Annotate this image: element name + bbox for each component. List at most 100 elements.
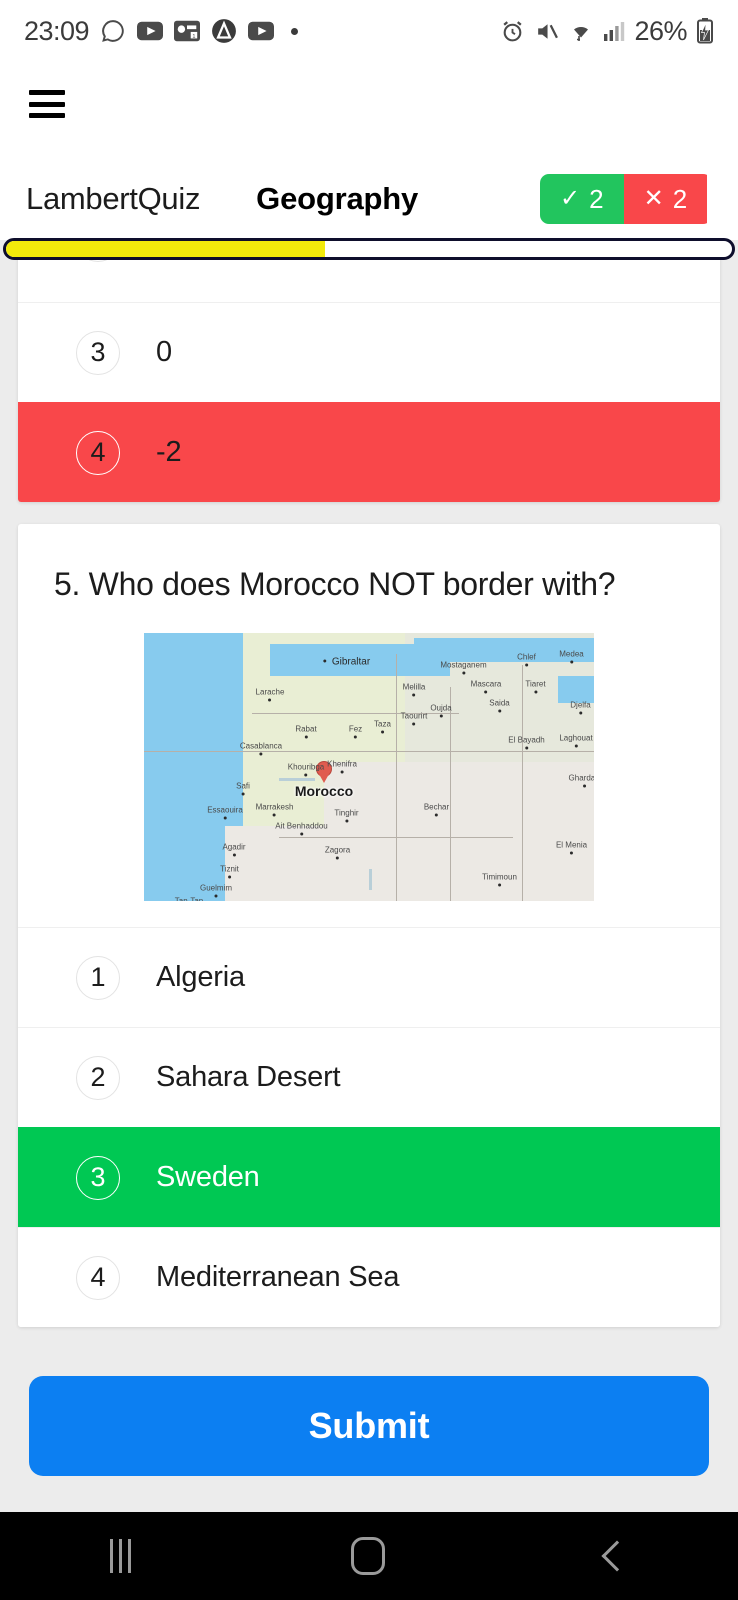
answer-option[interactable]: 3 0 — [18, 302, 720, 402]
app-bar — [0, 62, 738, 158]
check-icon: ✓ — [560, 185, 581, 212]
current-question-card: 5. Who does Morocco NOT border with? Mor… — [18, 524, 720, 1327]
status-bar: 23:09 1 26% — [0, 0, 738, 62]
map-city-label: Agadir — [222, 842, 246, 852]
map-border-line — [252, 713, 459, 715]
map-city-label: Larache — [255, 687, 285, 697]
wifi-icon — [568, 20, 594, 42]
map-city-label: Melilla — [402, 682, 426, 692]
option-label: Sweden — [156, 1161, 260, 1193]
signal-bars-icon — [603, 20, 625, 42]
map-city-label: Marrakesh — [255, 802, 294, 812]
map-city-label: Essaouira — [207, 805, 243, 815]
bottom-spacer — [0, 1480, 738, 1512]
map-sea-right — [558, 675, 594, 703]
android-nav-bar — [0, 1512, 738, 1600]
quiz-topic-title: Geography — [256, 181, 419, 216]
map-city-label: Mascara — [470, 679, 502, 689]
map-city-label: Tiaret — [525, 679, 546, 689]
hamburger-menu-icon[interactable] — [29, 90, 65, 118]
answer-option[interactable]: 1 Algeria — [18, 927, 720, 1027]
submit-area: Submit — [0, 1372, 738, 1480]
map-city-label: Timimoun — [482, 872, 517, 882]
map-city-label: Bechar — [423, 802, 450, 812]
submit-button[interactable]: Submit — [29, 1376, 709, 1476]
map-city-label: Safi — [236, 781, 250, 791]
status-bar-right: 26% — [500, 16, 714, 47]
quiz-progress-bar — [3, 238, 735, 260]
option-number: 2 — [76, 1055, 120, 1100]
option-number: 3 — [76, 330, 120, 375]
map-city-label: Taza — [374, 719, 391, 729]
score-correct: ✓ 2 — [540, 174, 624, 224]
map-border-line — [522, 665, 523, 901]
map-city-label: Ait Benhaddou — [275, 821, 328, 831]
answer-option[interactable]: 2 Sahara Desert — [18, 1027, 720, 1127]
youtube-icon — [137, 21, 164, 41]
map-city-label: Casablanca — [239, 741, 283, 751]
app-brand-title: LambertQuiz — [26, 181, 201, 216]
option-number: 4 — [76, 1255, 120, 1300]
quiz-progress-fill — [6, 241, 326, 257]
quiz-scroll-area[interactable]: 2 1 3 0 4 -2 5. Who does Morocco NOT bor… — [0, 240, 738, 1380]
score-wrong: ✕ 2 — [623, 174, 708, 224]
map-border-line — [279, 836, 513, 838]
map-city-label: Gibraltar — [323, 656, 370, 668]
voicemail-icon: 1 — [174, 20, 201, 42]
answer-option-correct[interactable]: 3 Sweden — [18, 1127, 720, 1227]
previous-question-card: 2 1 3 0 4 -2 — [18, 240, 720, 502]
phone-screen: 23:09 1 26% LambertQuiz Geography ✓ 2 ✕ … — [0, 0, 738, 1600]
map-of-morocco-image: Morocco Gibraltar Larache Melilla Mostagane… — [144, 633, 594, 901]
answer-option[interactable]: 4 Mediterranean Sea — [18, 1227, 720, 1327]
map-city-label: Khouribga — [287, 762, 325, 772]
question-text: 5. Who does Morocco NOT border with? — [54, 566, 616, 602]
map-city-label: Fez — [348, 724, 363, 734]
option-label: -2 — [156, 436, 182, 468]
map-city-label: Zagora — [324, 845, 351, 855]
map-city-label: Ghardaia — [569, 773, 594, 782]
map-city-label: Tan-Tan — [175, 897, 203, 902]
map-city-label: Oujda — [430, 703, 452, 713]
back-icon[interactable] — [601, 1540, 633, 1572]
map-city-label: Saida — [489, 698, 510, 708]
youtube-icon — [248, 21, 275, 41]
volume-muted-icon — [534, 19, 559, 44]
status-bar-left: 23:09 1 — [24, 15, 299, 47]
map-city-label: Djelfa — [570, 700, 591, 710]
map-city-label: Medea — [559, 649, 584, 659]
question-image-wrap: Morocco Gibraltar Larache Melilla Mostagane… — [18, 633, 720, 927]
quiz-header: LambertQuiz Geography ✓ 2 ✕ 2 — [0, 158, 738, 240]
status-time: 23:09 — [24, 15, 90, 46]
map-border-line — [450, 686, 451, 901]
map-city-label: Tinghir — [334, 808, 359, 818]
score-badge: ✓ 2 ✕ 2 — [540, 174, 712, 224]
home-icon[interactable] — [351, 1537, 386, 1575]
option-number: 3 — [76, 1155, 120, 1200]
map-city-label: Laghouat — [559, 733, 593, 743]
cross-icon: ✕ — [643, 185, 664, 212]
option-label: Mediterranean Sea — [156, 1261, 400, 1293]
app-triangle-icon — [211, 18, 237, 44]
recent-apps-icon[interactable] — [110, 1539, 132, 1573]
map-river — [279, 777, 315, 781]
map-city-label: El Bayadh — [508, 735, 545, 745]
option-number: 4 — [76, 430, 120, 475]
map-country-label: Morocco — [294, 783, 354, 800]
map-city-label: Rabat — [295, 724, 317, 734]
battery-percent-label: 26% — [634, 15, 687, 46]
answer-option-wrong[interactable]: 4 -2 — [18, 402, 720, 502]
battery-charging-icon — [696, 18, 714, 44]
map-border-line — [396, 654, 397, 901]
whatsapp-icon — [100, 18, 126, 44]
score-wrong-count: 2 — [672, 183, 688, 214]
map-river — [369, 868, 372, 891]
alarm-icon — [500, 19, 525, 44]
option-label: 0 — [156, 336, 172, 368]
option-number: 1 — [76, 955, 120, 1000]
map-city-label: Taourirt — [400, 711, 428, 721]
map-city-label: Khenifra — [327, 759, 357, 769]
score-correct-count: 2 — [589, 183, 604, 214]
more-dot-icon — [291, 27, 299, 35]
map-city-label: Tiznit — [220, 864, 239, 874]
map-border-line — [144, 750, 594, 752]
